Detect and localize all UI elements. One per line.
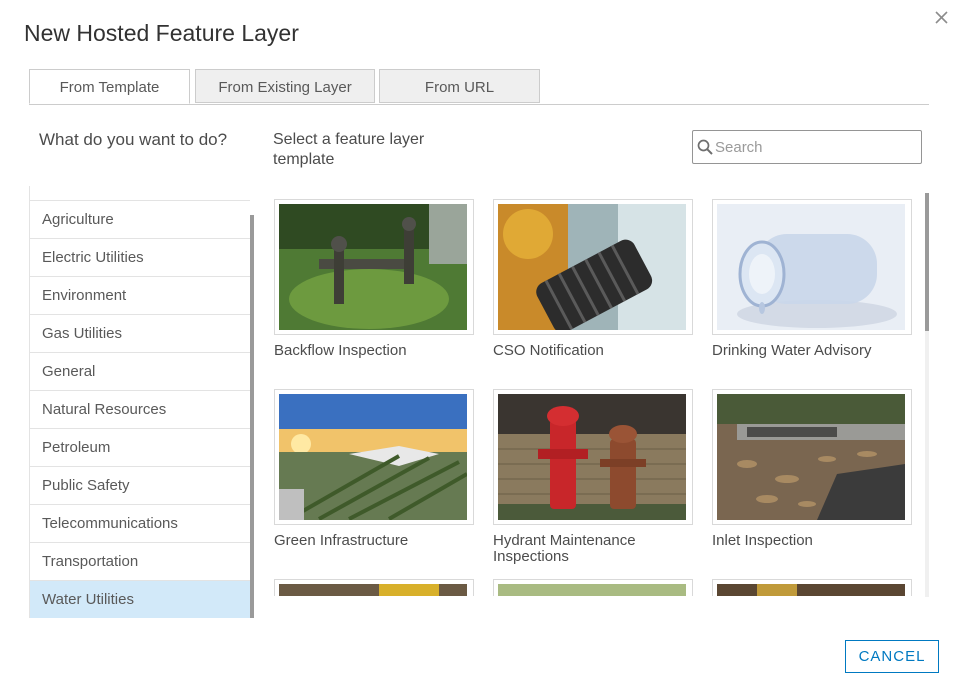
template-label: Drinking Water Advisory	[712, 342, 872, 359]
category-list-top	[30, 186, 250, 201]
template-thumbnail	[493, 579, 693, 596]
template-label: Inlet Inspection	[712, 532, 813, 549]
template-card[interactable]	[274, 579, 474, 596]
close-icon[interactable]	[930, 6, 952, 28]
template-card-backflow[interactable]: Backflow Inspection	[274, 199, 474, 359]
template-scrollbar[interactable]	[925, 193, 929, 331]
category-electric-utilities[interactable]: Electric Utilities	[30, 239, 250, 277]
dialog-title: New Hosted Feature Layer	[24, 20, 299, 46]
cso-thumbnail	[493, 199, 693, 335]
search-box[interactable]	[692, 130, 922, 164]
template-card-inlet[interactable]: Inlet Inspection	[712, 389, 912, 549]
category-natural-resources[interactable]: Natural Resources	[30, 391, 250, 429]
tab-from-url[interactable]: From URL	[379, 69, 540, 103]
category-petroleum[interactable]: Petroleum	[30, 429, 250, 467]
cancel-button[interactable]: CANCEL	[845, 640, 939, 673]
template-card[interactable]	[493, 579, 693, 596]
template-card-drinking-water[interactable]: Drinking Water Advisory	[712, 199, 912, 359]
template-card-cso[interactable]: CSO Notification	[493, 199, 693, 359]
category-heading: What do you want to do?	[39, 130, 228, 149]
template-heading: Select a feature layer template	[273, 131, 425, 168]
green-infrastructure-thumbnail	[274, 389, 474, 525]
tab-from-existing-layer[interactable]: From Existing Layer	[195, 69, 375, 103]
category-environment[interactable]: Environment	[30, 277, 250, 315]
template-grid: Backflow Inspection CSO Notification Dri…	[272, 196, 922, 596]
category-scrollbar[interactable]	[250, 215, 254, 618]
template-thumbnail	[274, 579, 474, 596]
category-telecommunications[interactable]: Telecommunications	[30, 505, 250, 543]
backflow-thumbnail	[274, 199, 474, 335]
inlet-thumbnail	[712, 389, 912, 525]
hydrant-thumbnail	[493, 389, 693, 525]
search-icon	[697, 139, 713, 155]
template-thumbnail	[712, 579, 912, 596]
template-label: Hydrant Maintenance Inspections	[493, 532, 636, 565]
category-public-safety[interactable]: Public Safety	[30, 467, 250, 505]
category-list: Agriculture Electric Utilities Environme…	[29, 186, 250, 618]
tab-bar: From Template From Existing Layer From U…	[29, 69, 929, 105]
category-general[interactable]: General	[30, 353, 250, 391]
tab-from-template[interactable]: From Template	[29, 69, 190, 104]
template-label: Green Infrastructure	[274, 532, 409, 549]
category-transportation[interactable]: Transportation	[30, 543, 250, 581]
category-water-utilities[interactable]: Water Utilities	[30, 581, 250, 618]
template-label: Backflow Inspection	[274, 342, 407, 359]
search-input[interactable]	[715, 132, 915, 162]
template-card[interactable]	[712, 579, 912, 596]
category-agriculture[interactable]: Agriculture	[30, 201, 250, 239]
drinking-water-thumbnail	[712, 199, 912, 335]
template-card-green-infrastructure[interactable]: Green Infrastructure	[274, 389, 474, 549]
template-card-hydrant[interactable]: Hydrant Maintenance Inspections	[493, 389, 693, 565]
template-label: CSO Notification	[493, 342, 604, 359]
category-gas-utilities[interactable]: Gas Utilities	[30, 315, 250, 353]
